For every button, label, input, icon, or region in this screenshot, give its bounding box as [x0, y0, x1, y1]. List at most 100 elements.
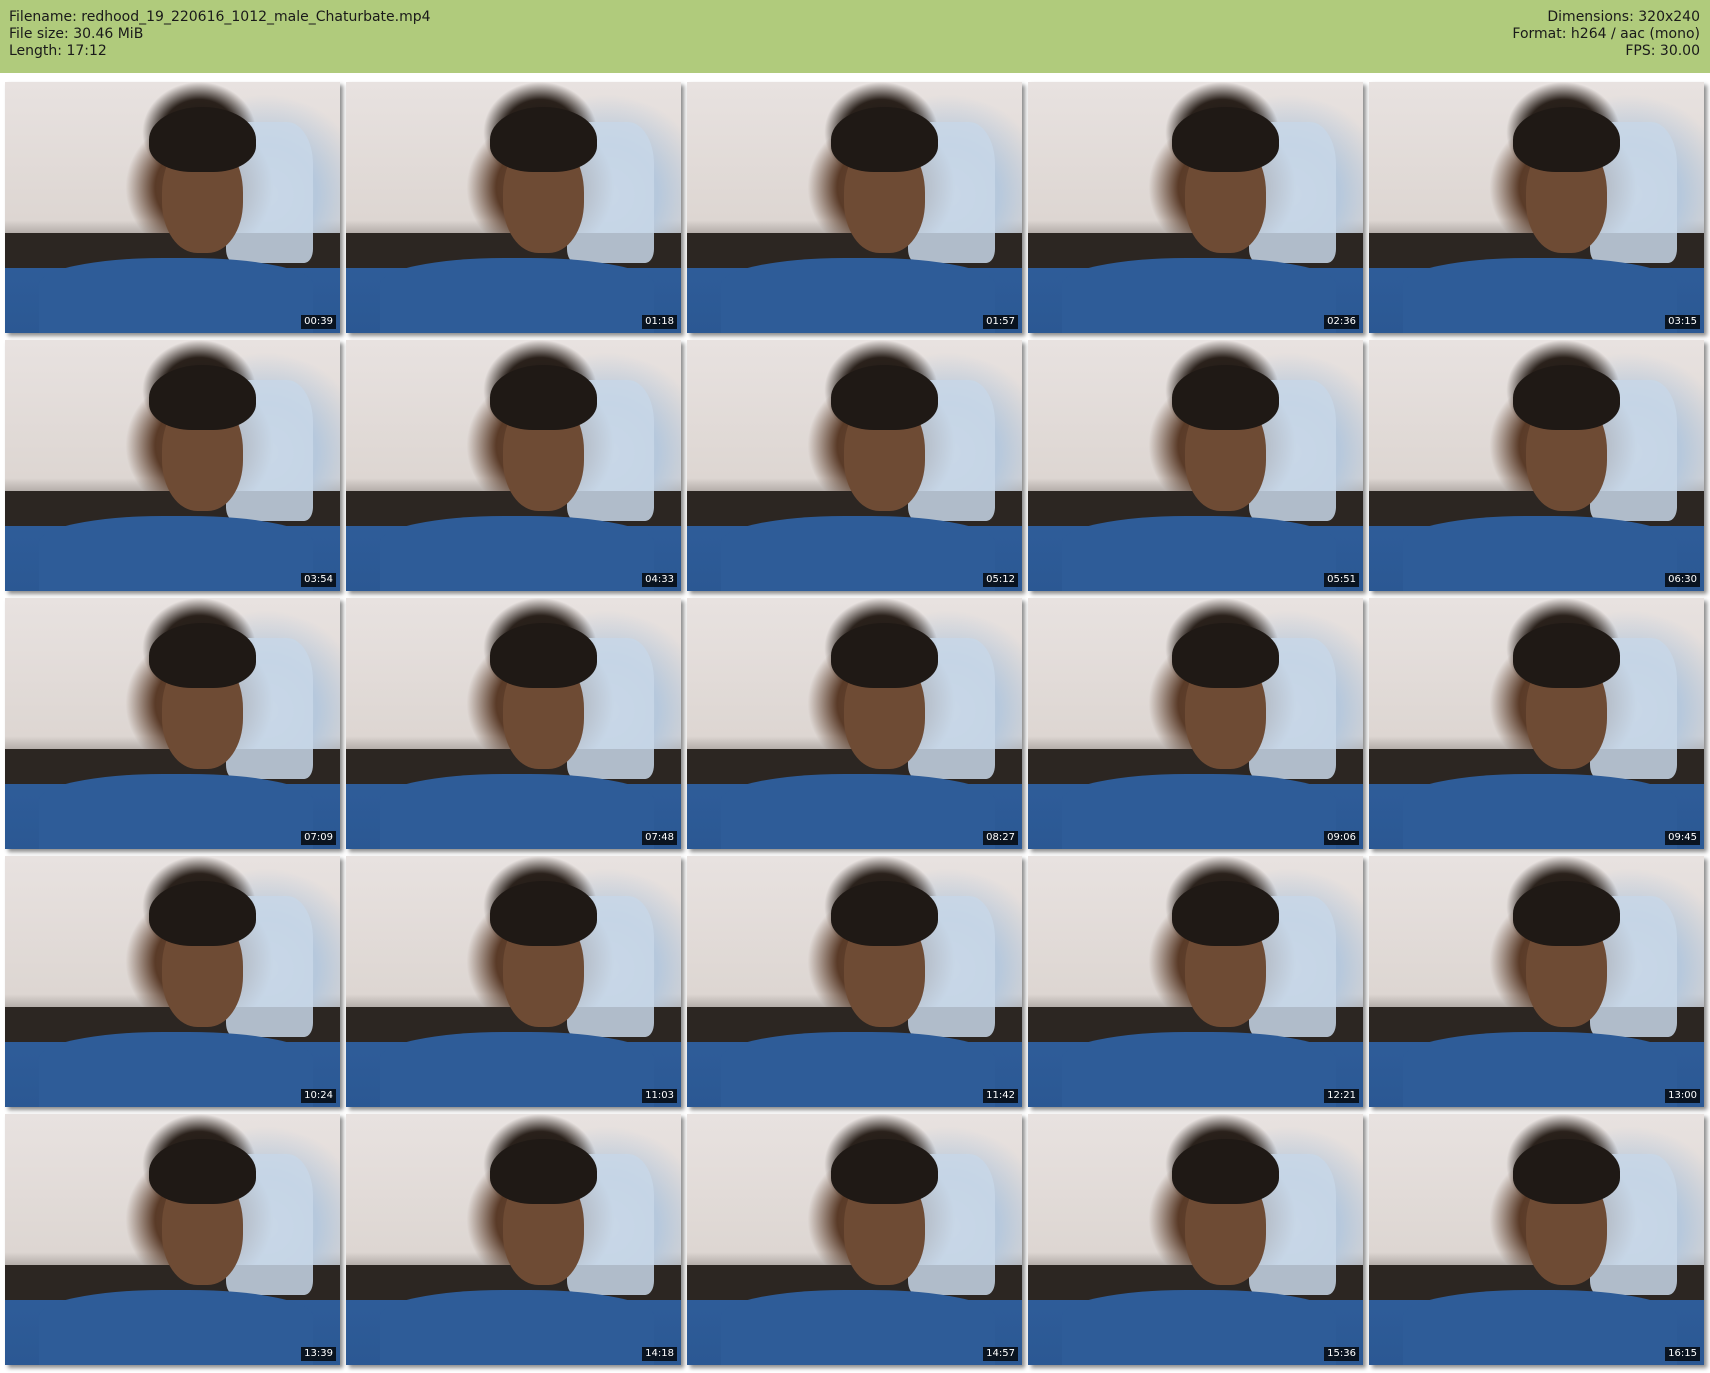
video-thumbnail[interactable]: 13:00 — [1369, 856, 1704, 1107]
shirt-shape — [38, 1289, 314, 1365]
hair-shape — [149, 881, 257, 947]
video-thumbnail[interactable]: 02:36 — [1028, 82, 1363, 333]
hair-shape — [1172, 881, 1280, 947]
filename-text: Filename: redhood_19_220616_1012_male_Ch… — [9, 9, 431, 25]
shirt-shape — [38, 257, 314, 333]
thumbnail-timestamp: 16:15 — [1665, 1347, 1700, 1361]
hair-shape — [831, 1139, 939, 1205]
info-header: Filename: redhood_19_220616_1012_male_Ch… — [0, 0, 1710, 73]
thumbnail-timestamp: 05:51 — [1324, 573, 1359, 587]
video-thumbnail[interactable]: 11:42 — [687, 856, 1022, 1107]
shirt-shape — [379, 773, 655, 849]
shirt-shape — [1402, 515, 1678, 591]
hair-shape — [490, 1139, 598, 1205]
video-thumbnail[interactable]: 01:57 — [687, 82, 1022, 333]
thumbnail-timestamp: 06:30 — [1665, 573, 1700, 587]
media-info: Dimensions: 320x240 Format: h264 / aac (… — [1512, 9, 1700, 60]
hair-shape — [831, 365, 939, 431]
hair-shape — [149, 365, 257, 431]
thumbnail-timestamp: 14:18 — [642, 1347, 677, 1361]
hair-shape — [831, 623, 939, 689]
dimensions-text: Dimensions: 320x240 — [1547, 9, 1700, 25]
thumbnail-timestamp: 13:39 — [301, 1347, 336, 1361]
hair-shape — [1172, 365, 1280, 431]
video-thumbnail[interactable]: 10:24 — [5, 856, 340, 1107]
hair-shape — [149, 107, 257, 173]
thumbnail-timestamp: 11:42 — [983, 1089, 1018, 1103]
shirt-shape — [720, 1031, 996, 1107]
video-thumbnail[interactable]: 09:06 — [1028, 598, 1363, 849]
video-thumbnail[interactable]: 09:45 — [1369, 598, 1704, 849]
shirt-shape — [379, 1031, 655, 1107]
shirt-shape — [1402, 1031, 1678, 1107]
shirt-shape — [1061, 257, 1337, 333]
thumbnail-timestamp: 15:36 — [1324, 1347, 1359, 1361]
hair-shape — [1513, 881, 1621, 947]
hair-shape — [1513, 623, 1621, 689]
hair-shape — [1172, 623, 1280, 689]
shirt-shape — [1402, 1289, 1678, 1365]
thumbnail-timestamp: 07:09 — [301, 831, 336, 845]
format-text: Format: h264 / aac (mono) — [1512, 26, 1700, 42]
shirt-shape — [720, 257, 996, 333]
video-thumbnail[interactable]: 14:57 — [687, 1114, 1022, 1365]
shirt-shape — [38, 773, 314, 849]
video-thumbnail[interactable]: 06:30 — [1369, 340, 1704, 591]
shirt-shape — [379, 1289, 655, 1365]
filesize-text: File size: 30.46 MiB — [9, 26, 144, 42]
video-thumbnail[interactable]: 03:15 — [1369, 82, 1704, 333]
hair-shape — [490, 623, 598, 689]
hair-shape — [831, 107, 939, 173]
thumbnail-timestamp: 07:48 — [642, 831, 677, 845]
hair-shape — [149, 1139, 257, 1205]
video-thumbnail[interactable]: 11:03 — [346, 856, 681, 1107]
shirt-shape — [38, 1031, 314, 1107]
hair-shape — [1513, 365, 1621, 431]
video-thumbnail[interactable]: 15:36 — [1028, 1114, 1363, 1365]
video-thumbnail[interactable]: 13:39 — [5, 1114, 340, 1365]
thumbnail-timestamp: 14:57 — [983, 1347, 1018, 1361]
hair-shape — [490, 365, 598, 431]
shirt-shape — [1402, 773, 1678, 849]
video-thumbnail[interactable]: 05:12 — [687, 340, 1022, 591]
shirt-shape — [720, 515, 996, 591]
video-thumbnail[interactable]: 07:09 — [5, 598, 340, 849]
shirt-shape — [38, 515, 314, 591]
thumbnail-timestamp: 09:06 — [1324, 831, 1359, 845]
thumbnail-timestamp: 00:39 — [301, 315, 336, 329]
video-thumbnail[interactable]: 12:21 — [1028, 856, 1363, 1107]
hair-shape — [490, 881, 598, 947]
video-thumbnail[interactable]: 16:15 — [1369, 1114, 1704, 1365]
hair-shape — [1513, 1139, 1621, 1205]
hair-shape — [1172, 1139, 1280, 1205]
thumbnail-timestamp: 11:03 — [642, 1089, 677, 1103]
video-thumbnail[interactable]: 07:48 — [346, 598, 681, 849]
video-thumbnail[interactable]: 05:51 — [1028, 340, 1363, 591]
shirt-shape — [1402, 257, 1678, 333]
video-thumbnail[interactable]: 00:39 — [5, 82, 340, 333]
thumbnail-timestamp: 05:12 — [983, 573, 1018, 587]
thumbnail-timestamp: 08:27 — [983, 831, 1018, 845]
video-thumbnail[interactable]: 04:33 — [346, 340, 681, 591]
thumbnail-timestamp: 12:21 — [1324, 1089, 1359, 1103]
hair-shape — [490, 107, 598, 173]
thumbnail-timestamp: 09:45 — [1665, 831, 1700, 845]
shirt-shape — [379, 257, 655, 333]
video-thumbnail[interactable]: 08:27 — [687, 598, 1022, 849]
shirt-shape — [1061, 1031, 1337, 1107]
shirt-shape — [379, 515, 655, 591]
thumbnail-timestamp: 02:36 — [1324, 315, 1359, 329]
shirt-shape — [1061, 515, 1337, 591]
thumbnail-timestamp: 01:57 — [983, 315, 1018, 329]
video-thumbnail[interactable]: 03:54 — [5, 340, 340, 591]
thumbnail-timestamp: 13:00 — [1665, 1089, 1700, 1103]
video-thumbnail[interactable]: 01:18 — [346, 82, 681, 333]
hair-shape — [149, 623, 257, 689]
file-info: Filename: redhood_19_220616_1012_male_Ch… — [9, 9, 431, 60]
thumbnail-timestamp: 01:18 — [642, 315, 677, 329]
video-thumbnail[interactable]: 14:18 — [346, 1114, 681, 1365]
shirt-shape — [1061, 773, 1337, 849]
thumbnail-grid: 00:39 01:18 01:57 02:36 03:15 03:54 04:33 05:12… — [5, 82, 1705, 1365]
fps-text: FPS: 30.00 — [1625, 43, 1700, 59]
shirt-shape — [1061, 1289, 1337, 1365]
